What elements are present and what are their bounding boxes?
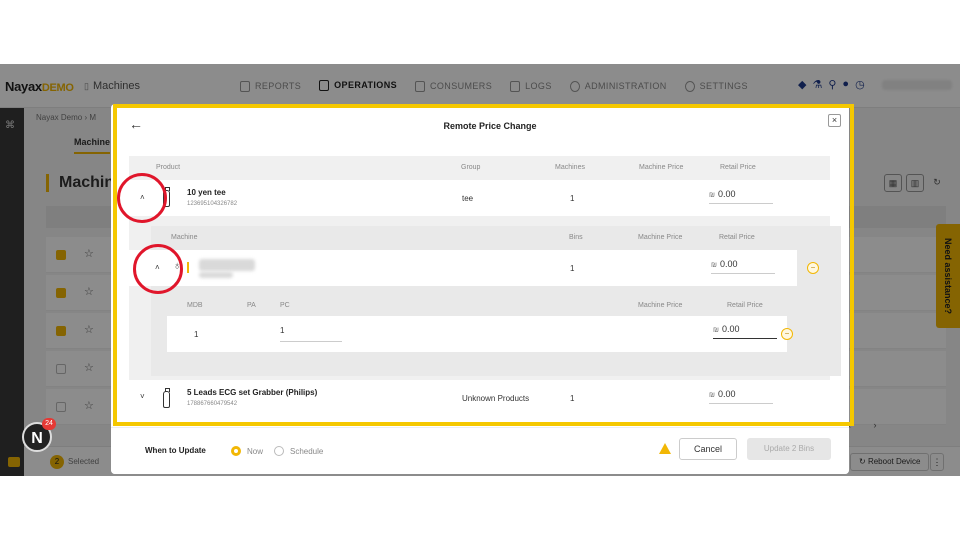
radio-schedule-label[interactable]: Schedule bbox=[290, 447, 323, 456]
bin-section: MDB PA PC Machine Price Retail Price 1 1… bbox=[167, 294, 793, 354]
remove-bin-icon[interactable]: − bbox=[781, 328, 793, 340]
currency-symbol: ₪ bbox=[711, 262, 717, 269]
machine-bins: 1 bbox=[570, 264, 575, 273]
remote-price-change-dialog: ← Remote Price Change × Product Group Ma… bbox=[111, 104, 849, 474]
col-machines: Machines bbox=[555, 164, 585, 171]
col-retail-price: Retail Price bbox=[727, 302, 763, 309]
col-retail-price: Retail Price bbox=[720, 164, 756, 171]
col-mdb: MDB bbox=[187, 302, 203, 309]
col-bins: Bins bbox=[569, 234, 583, 241]
warning-icon bbox=[659, 443, 671, 454]
machine-row[interactable]: ˄ ♁ 1 ₪ 0.00 − bbox=[129, 250, 819, 286]
radio-schedule[interactable] bbox=[274, 446, 284, 456]
machine-name-blurred bbox=[199, 259, 255, 271]
status-bar bbox=[187, 262, 189, 273]
product-machines: 1 bbox=[570, 394, 575, 403]
bin-pc-input[interactable]: 1 bbox=[280, 326, 342, 342]
col-retail-price: Retail Price bbox=[719, 234, 755, 241]
chevron-down-icon[interactable]: ˅ bbox=[140, 392, 145, 401]
currency-symbol: ₪ bbox=[709, 392, 715, 399]
col-machine: Machine bbox=[171, 234, 198, 241]
retail-price-input[interactable]: ₪ 0.00 bbox=[709, 389, 773, 404]
retail-price-value: 0.00 bbox=[717, 389, 736, 399]
when-to-update-label: When to Update bbox=[145, 446, 206, 455]
chevron-up-icon[interactable]: ˄ bbox=[155, 263, 160, 272]
dialog-title: Remote Price Change bbox=[443, 121, 537, 131]
retail-price-value: 0.00 bbox=[721, 324, 740, 334]
bin-retail-price-input[interactable]: ₪ 0.00 bbox=[713, 324, 777, 339]
retail-price-value: 0.00 bbox=[719, 259, 738, 269]
screenshot-stage: NayaxDEMO ▯ Machines REPORTS OPERATIONS C… bbox=[0, 0, 960, 540]
product-code: 123695104326782 bbox=[187, 201, 238, 207]
product-row[interactable]: ˅ 5 Leads ECG set Grabber (Philips) 1788… bbox=[129, 380, 830, 416]
bottle-icon bbox=[163, 388, 170, 408]
col-group: Group bbox=[461, 164, 481, 171]
col-machine-price: Machine Price bbox=[638, 302, 683, 309]
product-table: Product Group Machines Machine Price Ret… bbox=[129, 156, 841, 416]
product-name: 5 Leads ECG set Grabber (Philips) bbox=[187, 388, 318, 397]
product-name: 10 yen tee bbox=[187, 188, 226, 197]
bottle-icon bbox=[163, 187, 170, 207]
col-product: Product bbox=[156, 164, 181, 171]
bin-mdb: 1 bbox=[194, 330, 199, 339]
remove-machine-icon[interactable]: − bbox=[807, 262, 819, 274]
cancel-button[interactable]: Cancel bbox=[679, 438, 737, 460]
col-pa: PA bbox=[247, 302, 256, 309]
product-group: Unknown Products bbox=[462, 394, 530, 403]
col-pc: PC bbox=[280, 302, 290, 309]
product-table-header: Product Group Machines Machine Price Ret… bbox=[129, 156, 830, 180]
retail-price-value: 0.00 bbox=[717, 189, 736, 199]
notification-count-badge: 24 bbox=[42, 418, 56, 430]
machine-retail-price-input[interactable]: ₪ 0.00 bbox=[711, 259, 775, 274]
currency-symbol: ₪ bbox=[713, 327, 719, 334]
col-machine-price: Machine Price bbox=[638, 234, 683, 241]
product-row[interactable]: ˄ 10 yen tee 123695104326782 tee 1 ₪ 0.00 bbox=[129, 180, 830, 216]
chevron-up-icon[interactable]: ˄ bbox=[140, 193, 145, 202]
product-group: tee bbox=[462, 194, 474, 203]
product-machines: 1 bbox=[570, 194, 575, 203]
radio-now-label[interactable]: Now bbox=[247, 447, 263, 456]
machine-id-blurred bbox=[199, 272, 233, 278]
col-machine-price: Machine Price bbox=[639, 164, 684, 171]
update-bins-button[interactable]: Update 2 Bins bbox=[747, 438, 831, 460]
close-icon[interactable]: × bbox=[828, 114, 841, 127]
radio-now[interactable] bbox=[231, 446, 241, 456]
lightbulb-icon: ♁ bbox=[173, 260, 182, 272]
product-code: 178867660479542 bbox=[187, 401, 238, 407]
dialog-footer: When to Update Now Schedule Cancel Updat… bbox=[111, 427, 849, 474]
bin-row[interactable]: 1 1 ₪ 0.00 − bbox=[167, 316, 793, 352]
retail-price-input[interactable]: ₪ 0.00 bbox=[709, 189, 773, 204]
currency-symbol: ₪ bbox=[709, 192, 715, 199]
